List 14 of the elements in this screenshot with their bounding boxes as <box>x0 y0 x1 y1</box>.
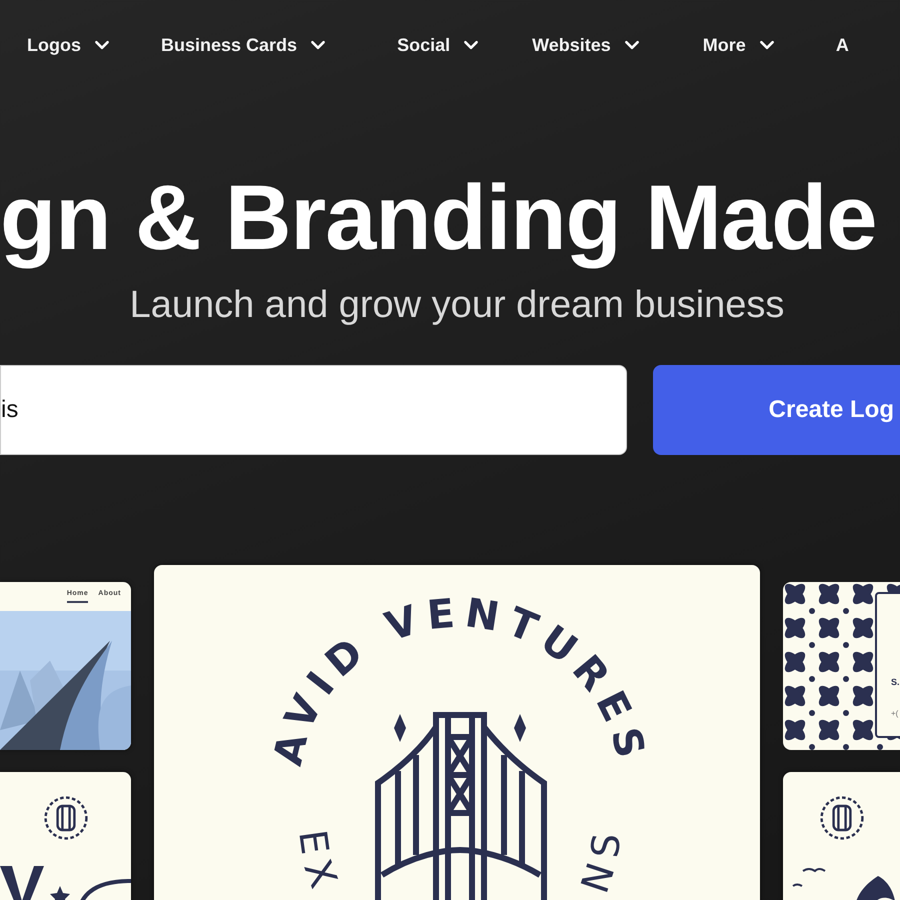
nav-link[interactable]: Logos <box>27 34 111 56</box>
badge-icon <box>42 794 90 842</box>
hero-subtitle: Launch and grow your dream business <box>128 284 786 327</box>
badge-icon <box>818 794 866 842</box>
nav-link[interactable]: Business Cards <box>161 34 328 56</box>
business-name-field[interactable]: is <box>0 365 627 455</box>
nav-link[interactable]: Websites <box>532 34 641 56</box>
nav-link[interactable]: Social <box>397 34 480 56</box>
create-logo-button[interactable]: Create Log <box>652 365 900 455</box>
hero-title: gn & Branding Made <box>0 168 878 268</box>
nav-link[interactable]: A <box>836 34 849 56</box>
nav-link[interactable]: More <box>702 34 776 56</box>
card-name-text: S. <box>891 677 900 687</box>
card-phone-text: +( <box>891 709 900 718</box>
